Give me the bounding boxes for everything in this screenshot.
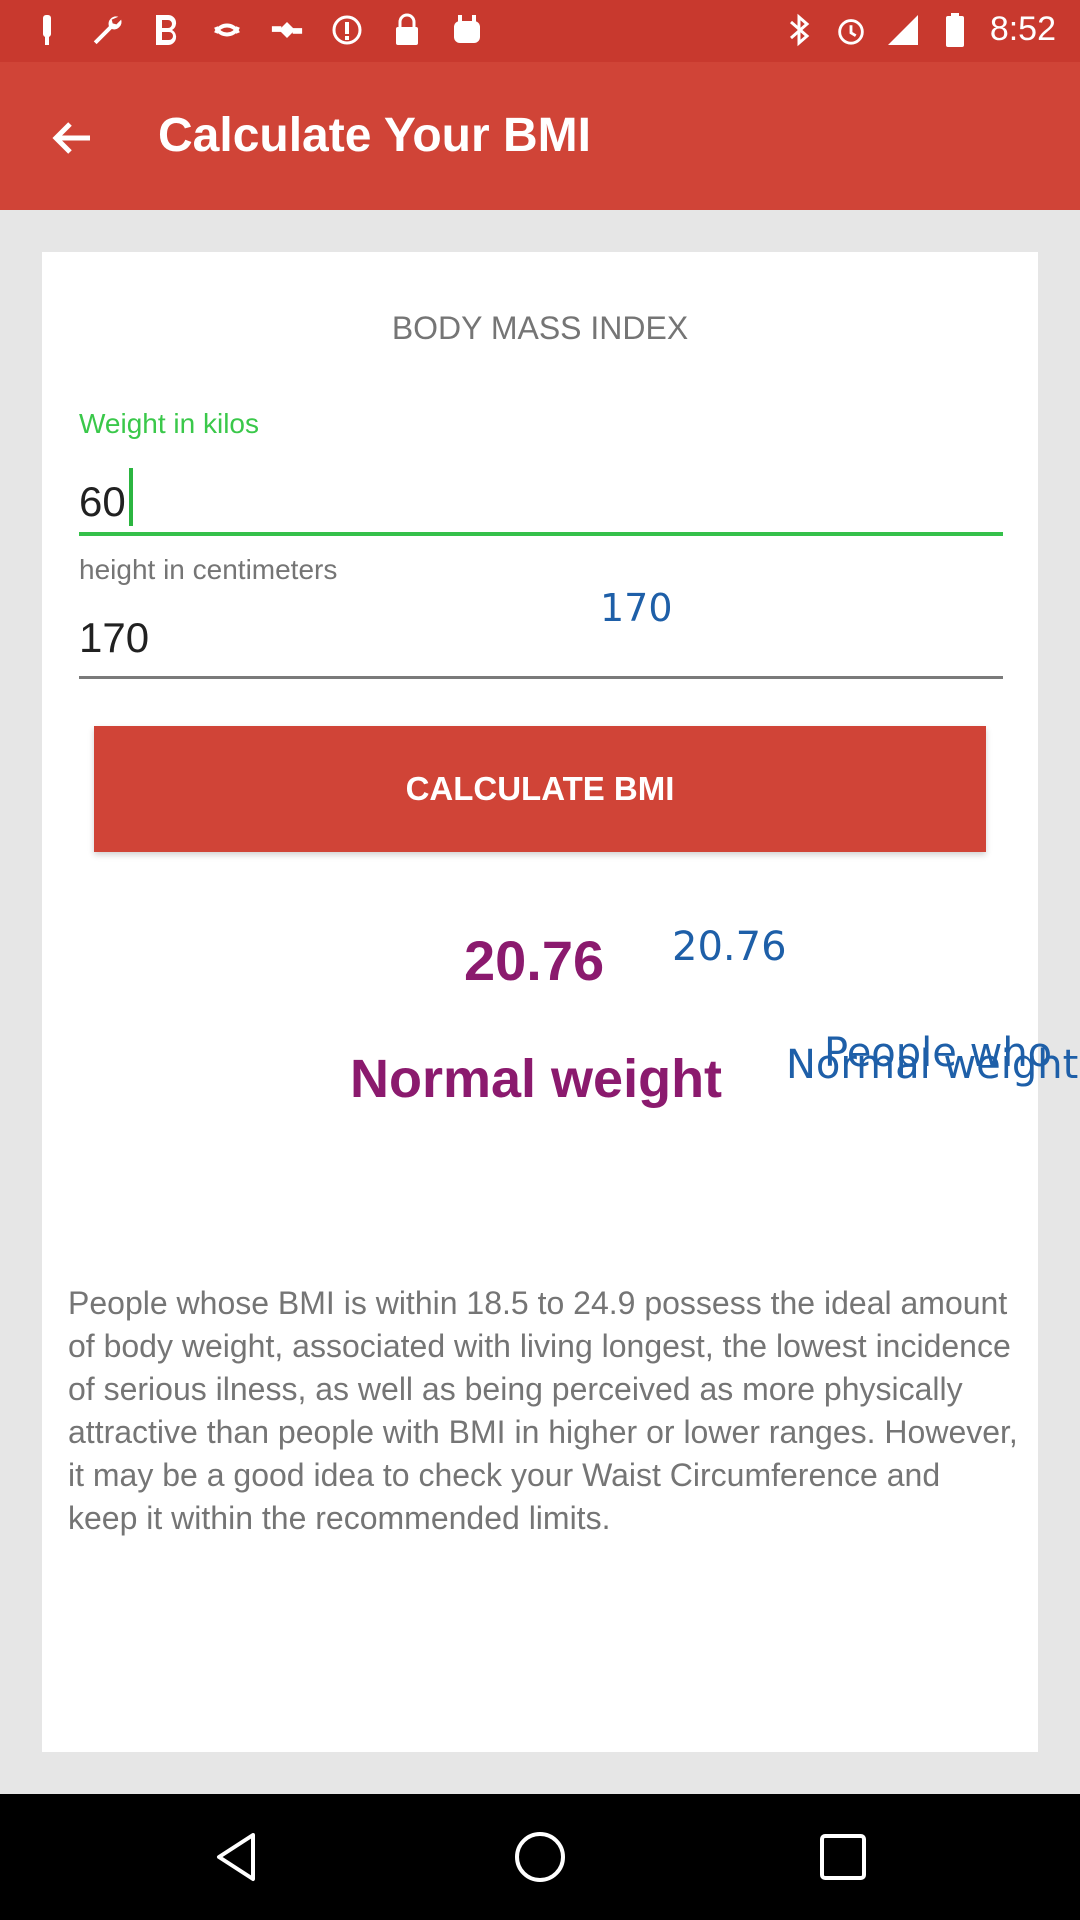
bmi-description: People whose BMI is within 18.5 to 24.9 …: [68, 1285, 1018, 1536]
navigation-bar: [0, 1794, 1080, 1920]
b-icon: [150, 12, 184, 48]
bluetooth-icon: [782, 12, 816, 48]
description-echo: People who: [824, 1030, 1053, 1076]
page-title: Calculate Your BMI: [158, 109, 591, 162]
height-underline: [79, 676, 1003, 679]
status-icons-right: 8:52: [782, 10, 1056, 49]
card-heading: BODY MASS INDEX: [391, 310, 689, 346]
lock-icon: [390, 12, 424, 48]
status-icons-left: [30, 12, 484, 48]
info-icon: [330, 12, 364, 48]
notification-icon: [30, 12, 64, 48]
status-time: 8:52: [989, 10, 1056, 48]
weight-input-value: 60: [79, 478, 126, 525]
text-cursor: [128, 468, 133, 526]
back-button[interactable]: [40, 106, 104, 170]
arrow-back-icon: [52, 122, 90, 154]
satellite-icon: [270, 12, 304, 48]
nav-back-button[interactable]: [204, 1824, 270, 1890]
nav-home-button[interactable]: [507, 1824, 573, 1890]
signal-icon: [886, 12, 920, 48]
height-input[interactable]: 170: [79, 614, 149, 662]
battery-icon: [938, 12, 972, 48]
nav-recents-button[interactable]: [810, 1824, 876, 1890]
wrench-icon: [90, 12, 124, 48]
sync-icon: [210, 12, 244, 48]
weight-underline: [79, 532, 1003, 536]
back-triangle-icon: [217, 1833, 255, 1881]
calculate-bmi-button[interactable]: CALCULATE BMI: [94, 726, 986, 852]
bmi-result: 20.76: [464, 929, 605, 992]
alarm-icon: [834, 12, 868, 48]
weight-category: Normal weight: [350, 1049, 723, 1109]
weight-input[interactable]: 60: [79, 468, 133, 526]
weight-label: Weight in kilos: [79, 408, 260, 439]
height-label: height in centimeters: [79, 554, 338, 585]
home-circle-icon: [515, 1832, 565, 1882]
recents-square-icon: [820, 1834, 866, 1880]
app-bar: Calculate Your BMI: [0, 62, 1080, 210]
height-echo: 170: [600, 586, 673, 630]
android-icon: [450, 12, 484, 48]
bmi-result-echo: 20.76: [672, 924, 787, 970]
status-bar: 8:52: [0, 0, 1080, 62]
bmi-card: BODY MASS INDEX Weight in kilos 60 heigh…: [42, 252, 1078, 1752]
